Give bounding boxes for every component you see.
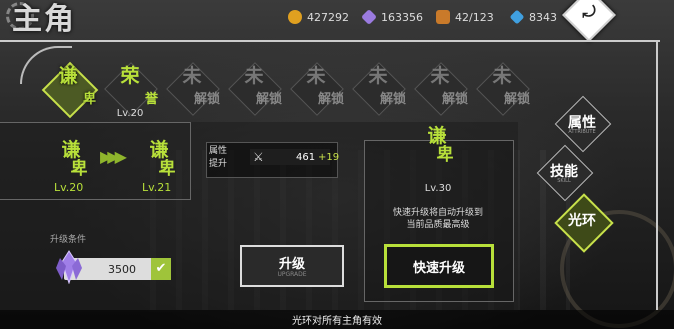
- attribute-bonus: +19: [318, 152, 340, 163]
- rank-label-top: 未: [182, 65, 202, 87]
- back-arrow-icon: ⤾: [582, 2, 596, 21]
- rank-label-bottom: 卑: [82, 92, 96, 107]
- sword-icon: ⚔: [253, 150, 264, 164]
- upgrade-button[interactable]: 升级 UPGRADE: [240, 245, 344, 287]
- resource-crystal: 163356: [361, 8, 423, 26]
- rank-label-bottom: 解锁: [503, 92, 530, 107]
- rank-item-6[interactable]: 未 解锁: [350, 62, 406, 118]
- next-rank-top: 谦: [149, 139, 169, 161]
- resource-chest-value: 42/123: [455, 10, 494, 24]
- resource-crystal-value: 163356: [381, 10, 423, 24]
- next-rank-bottom: 卑: [158, 159, 176, 179]
- tab-label: 光环: [568, 213, 596, 229]
- upgrade-button-sublabel: UPGRADE: [277, 271, 307, 278]
- quick-desc-line-1: 快速升级将自动升级到: [392, 208, 483, 218]
- resource-diamond: 8343: [509, 8, 557, 26]
- resource-chest: 42/123: [436, 8, 494, 26]
- rank-label-top: 谦: [58, 65, 78, 87]
- next-rank-level: Lv.21: [142, 181, 172, 194]
- current-rank-top: 谦: [61, 139, 81, 161]
- resource-diamond-value: 8343: [529, 10, 557, 24]
- upgrade-condition-label: 升级条件: [50, 235, 87, 245]
- tab-attribute[interactable]: 属性 ATTRIBUTE: [554, 95, 612, 153]
- resource-gold: 427292: [288, 8, 349, 26]
- rank-label-bottom: 誉: [144, 92, 158, 107]
- rank-item-5[interactable]: 未 解锁: [288, 62, 344, 118]
- rank-label-top: 未: [244, 65, 264, 87]
- footer-hint: 光环对所有主角有效: [292, 316, 382, 327]
- upgrade-button-label: 升级: [278, 257, 305, 272]
- tab-sublabel: SKILL: [557, 178, 571, 184]
- frame-divider-top: [0, 40, 660, 42]
- rank-item-8[interactable]: 未 解锁: [474, 62, 530, 118]
- rank-label-bottom: 解锁: [193, 92, 220, 107]
- resource-gold-value: 427292: [307, 10, 349, 24]
- blue-diamond-icon: [509, 9, 525, 25]
- checkmark-icon: ✔: [151, 258, 171, 280]
- gold-coin-icon: [288, 10, 302, 24]
- quick-upgrade-description: 快速升级将自动升级到 当前品质最高级: [364, 207, 512, 231]
- upgrade-cost-value: 3500: [108, 263, 136, 276]
- current-rank-badge: 谦 卑: [46, 140, 96, 180]
- current-rank-bottom: 卑: [70, 159, 88, 179]
- rank-label-bottom: 解锁: [255, 92, 282, 107]
- rank-label-bottom: 解锁: [441, 92, 468, 107]
- rank-item-3[interactable]: 未 解锁: [164, 62, 220, 118]
- attribute-value: 461: [296, 152, 316, 163]
- rank-label-bottom: 解锁: [379, 92, 406, 107]
- next-rank-badge: 谦 卑: [134, 140, 184, 180]
- tab-sublabel: ATTRIBUTE: [568, 129, 596, 135]
- rank-label-top: 荣: [120, 65, 140, 87]
- quick-upgrade-button[interactable]: 快速升级: [384, 244, 494, 288]
- quick-rank-top: 谦: [427, 125, 447, 147]
- rank-label-top: 未: [492, 65, 512, 87]
- treasure-chest-icon: [436, 10, 450, 24]
- rank-item-4[interactable]: 未 解锁: [226, 62, 282, 118]
- purple-crystal-icon: [56, 250, 82, 284]
- quick-desc-line-2: 当前品质最高级: [406, 220, 470, 230]
- attribute-gain-label: 属性提升: [209, 146, 228, 169]
- tab-skill[interactable]: 技能 SKILL: [536, 144, 594, 202]
- frame-divider-right: [656, 40, 658, 310]
- current-rank-level: Lv.20: [54, 181, 84, 194]
- screen: 主角 427292 163356 42/123 8343 ⤾ 谦 卑 荣 誉 L…: [0, 0, 674, 329]
- rank-label-top: 未: [306, 65, 326, 87]
- quick-rank-bottom: 卑: [436, 145, 454, 165]
- purple-crystal-icon: [361, 9, 377, 25]
- rank-item-7[interactable]: 未 解锁: [412, 62, 468, 118]
- rank-item-1[interactable]: 谦 卑: [40, 61, 99, 119]
- upgrade-arrows-icon: ▶▶▶: [100, 147, 127, 166]
- tab-aura[interactable]: 光环: [554, 193, 614, 253]
- rank-label-top: 未: [368, 65, 388, 87]
- rank-level: Lv.20: [116, 108, 144, 119]
- quick-rank-badge: 谦 卑: [412, 126, 462, 166]
- rank-label-top: 未: [430, 65, 450, 87]
- quick-rank-level: Lv.30: [424, 183, 452, 194]
- rank-label-bottom: 解锁: [317, 92, 344, 107]
- quick-upgrade-button-label: 快速升级: [412, 261, 465, 276]
- rank-item-2[interactable]: 荣 誉 Lv.20: [102, 62, 158, 119]
- page-title: 主角: [12, 2, 76, 37]
